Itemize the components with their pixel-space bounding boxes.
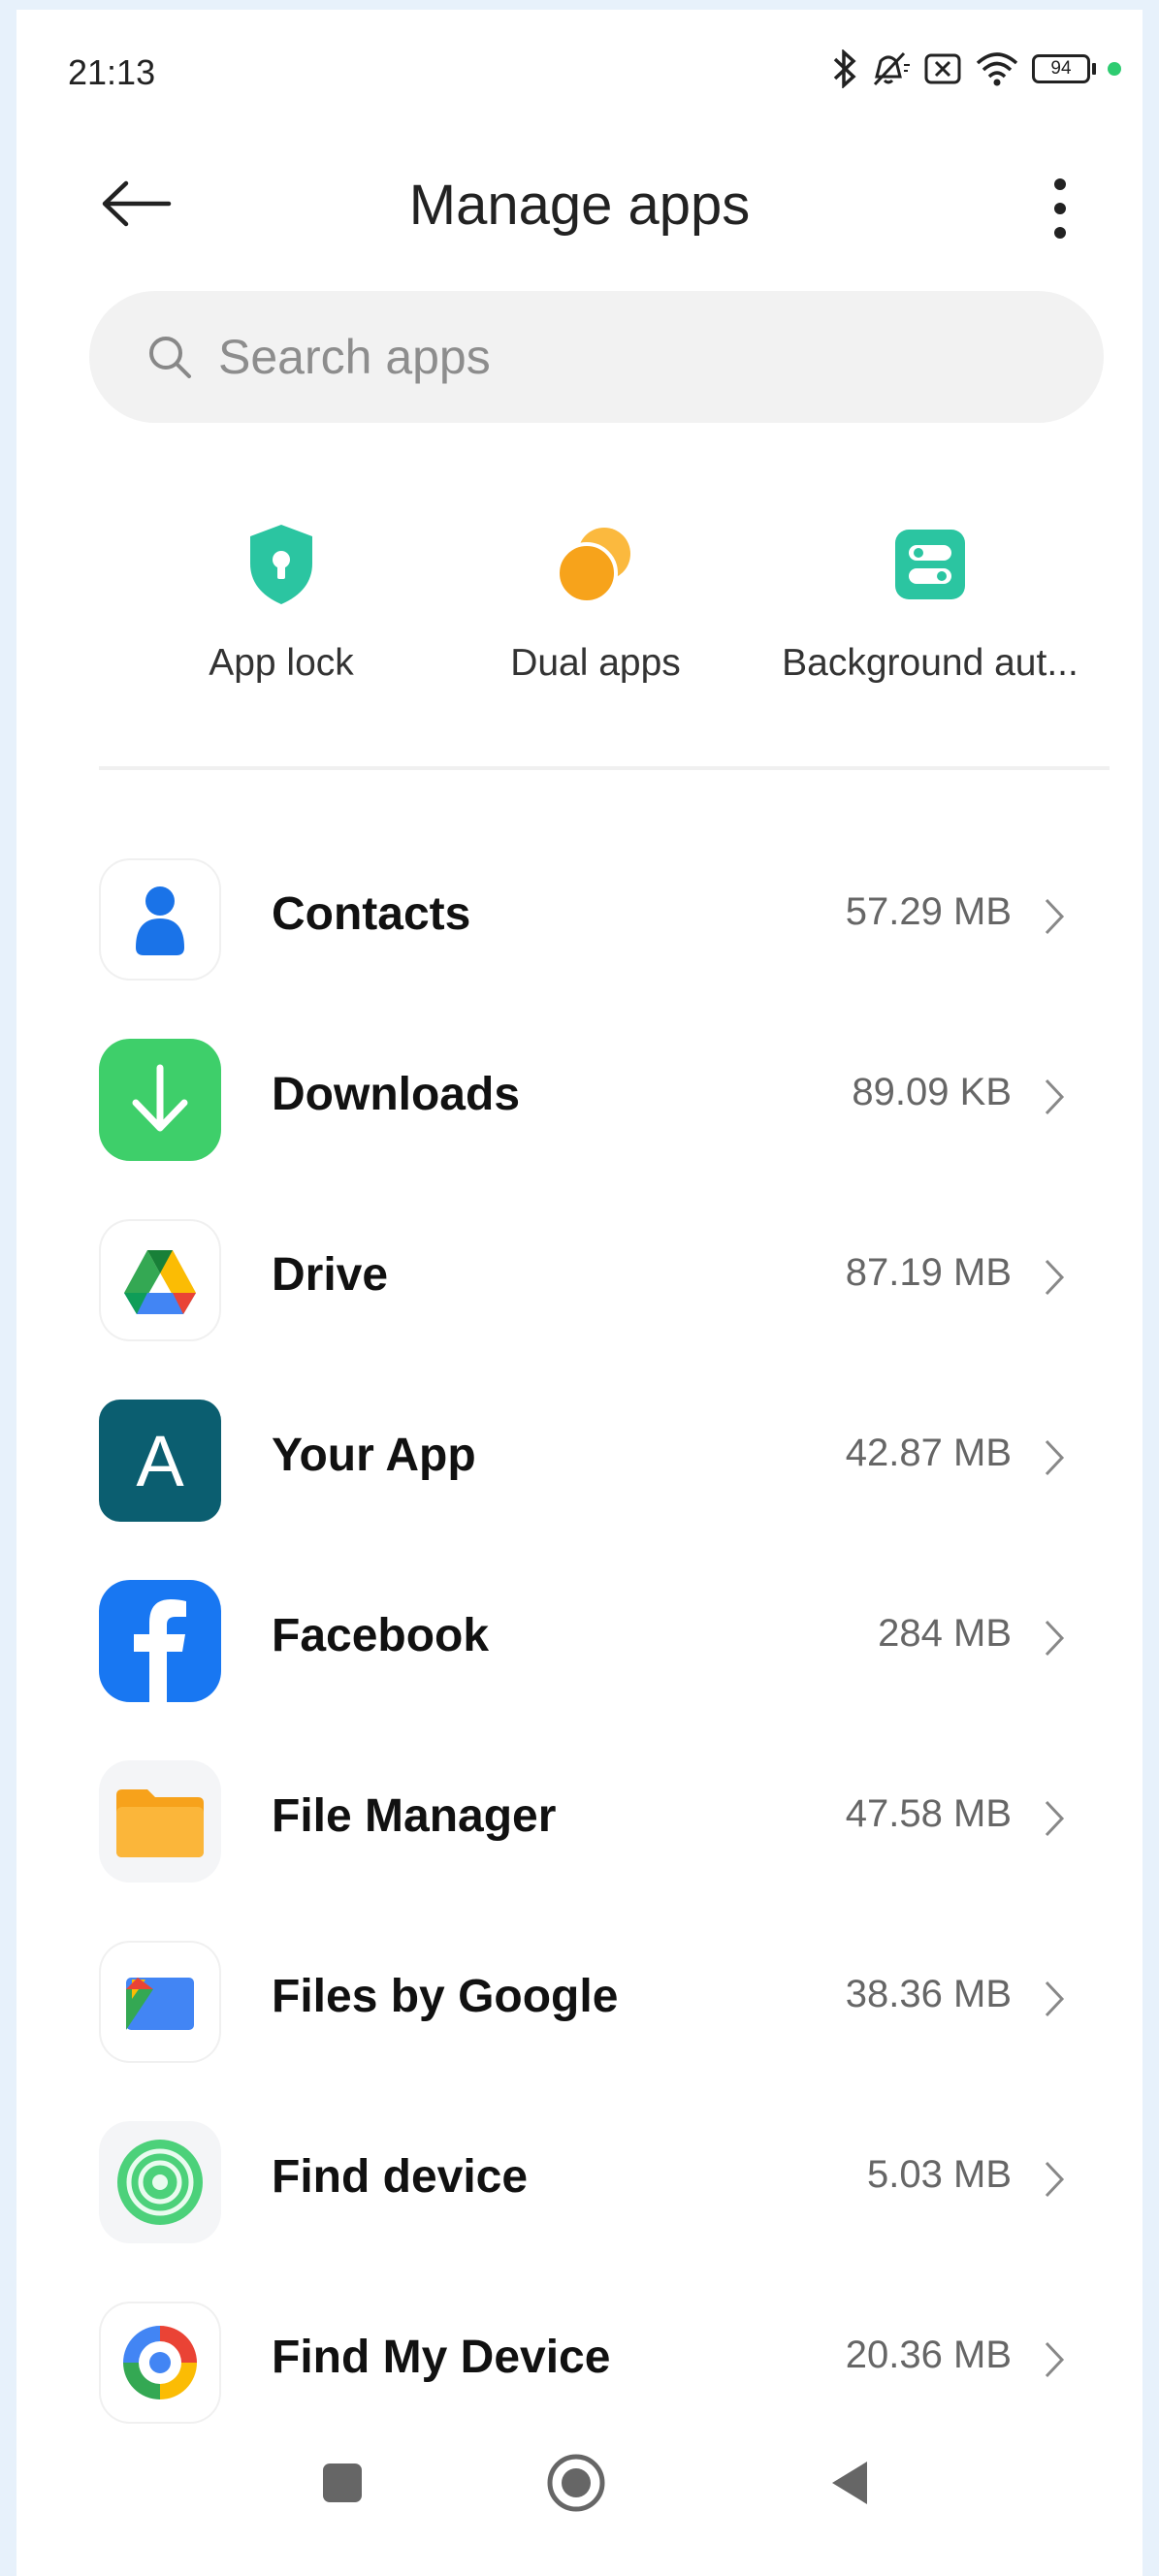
shortcut-dual-apps[interactable]: Dual apps: [431, 504, 760, 698]
navigation-bar: [16, 2415, 1143, 2531]
search-icon: [143, 330, 197, 384]
shortcut-app-lock[interactable]: App lock: [116, 504, 446, 698]
shortcut-row: App lock Dual apps Background aut...: [16, 504, 1143, 698]
notification-dot: [1108, 62, 1121, 76]
mute-icon: [869, 49, 912, 88]
find-my-device-icon: [99, 2302, 221, 2424]
wifi-icon: [974, 49, 1020, 88]
more-options-button[interactable]: [1041, 170, 1079, 247]
home-circle-icon: [547, 2454, 605, 2512]
find-device-icon: [99, 2121, 221, 2243]
screen: 21:13 94 Manage apps Search apps App loc…: [16, 10, 1143, 2576]
chevron-right-icon: [1040, 1253, 1069, 1302]
chevron-right-icon: [1040, 2335, 1069, 2384]
app-name: Files by Google: [272, 1971, 619, 2022]
app-size: 38.36 MB: [845, 1973, 1012, 2015]
chevron-right-icon: [1040, 1433, 1069, 1482]
app-name: Find My Device: [272, 2332, 611, 2383]
app-row-file-manager[interactable]: File Manager 47.58 MB: [16, 1746, 1143, 1926]
downloads-icon: [99, 1039, 221, 1161]
app-row-downloads[interactable]: Downloads 89.09 KB: [16, 1024, 1143, 1205]
app-row-drive[interactable]: Drive 87.19 MB: [16, 1205, 1143, 1385]
app-size: 47.58 MB: [845, 1792, 1012, 1835]
app-name: Your App: [272, 1430, 476, 1481]
chevron-right-icon: [1040, 1975, 1069, 2023]
page-title: Manage apps: [408, 174, 751, 237]
back-nav-button[interactable]: [811, 2444, 888, 2522]
status-bar: 21:13 94: [16, 10, 1143, 126]
sim-off-icon: [923, 51, 962, 86]
app-row-your-app[interactable]: A Your App 42.87 MB: [16, 1385, 1143, 1565]
file-manager-icon: [99, 1760, 221, 1883]
app-name: Downloads: [272, 1069, 521, 1120]
contacts-icon: [99, 858, 221, 981]
files-by-google-icon: [99, 1941, 221, 2063]
app-row-files-by-google[interactable]: Files by Google 38.36 MB: [16, 1926, 1143, 2107]
app-size: 20.36 MB: [845, 2334, 1012, 2376]
app-header: Manage apps: [16, 145, 1143, 262]
status-time: 21:13: [68, 52, 156, 92]
section-divider: [99, 766, 1110, 770]
search-input[interactable]: [216, 328, 996, 386]
app-row-find-device[interactable]: Find device 5.03 MB: [16, 2107, 1143, 2287]
your-app-icon: A: [99, 1400, 221, 1522]
app-size: 87.19 MB: [845, 1251, 1012, 1294]
more-vertical-icon: [1054, 178, 1066, 239]
home-button[interactable]: [537, 2444, 615, 2522]
recents-button[interactable]: [304, 2444, 381, 2522]
shortcut-label: App lock: [209, 642, 354, 684]
recents-square-icon: [323, 2463, 362, 2502]
bluetooth-icon: [832, 49, 857, 88]
drive-icon: [99, 1219, 221, 1341]
status-icons: 94: [832, 45, 1121, 93]
dual-circles-icon: [547, 516, 644, 613]
chevron-right-icon: [1040, 2155, 1069, 2204]
search-bar[interactable]: [89, 291, 1104, 423]
app-size: 57.29 MB: [845, 890, 1012, 933]
back-triangle-icon: [832, 2462, 867, 2504]
your-app-letter: A: [136, 1420, 184, 1501]
chevron-right-icon: [1040, 1794, 1069, 1843]
app-size: 5.03 MB: [867, 2153, 1012, 2196]
battery-level: 94: [1050, 58, 1072, 79]
chevron-right-icon: [1040, 1614, 1069, 1662]
app-size: 89.09 KB: [852, 1071, 1012, 1113]
app-row-contacts[interactable]: Contacts 57.29 MB: [16, 844, 1143, 1024]
shortcut-label: Dual apps: [510, 642, 681, 684]
app-size: 284 MB: [878, 1612, 1012, 1655]
facebook-icon: [99, 1580, 221, 1702]
app-name: Facebook: [272, 1610, 490, 1661]
app-size: 42.87 MB: [845, 1432, 1012, 1474]
app-name: Contacts: [272, 888, 471, 940]
shield-lock-icon: [233, 516, 330, 613]
app-name: File Manager: [272, 1790, 557, 1842]
chevron-right-icon: [1040, 1073, 1069, 1121]
chevron-right-icon: [1040, 892, 1069, 941]
battery-icon: 94: [1032, 54, 1096, 83]
shortcut-label: Background aut...: [782, 642, 1079, 684]
app-name: Find device: [272, 2151, 529, 2203]
shortcut-background-autostart[interactable]: Background aut...: [765, 504, 1095, 698]
app-name: Drive: [272, 1249, 389, 1301]
app-row-facebook[interactable]: Facebook 284 MB: [16, 1565, 1143, 1746]
toggle-icon: [882, 516, 979, 613]
